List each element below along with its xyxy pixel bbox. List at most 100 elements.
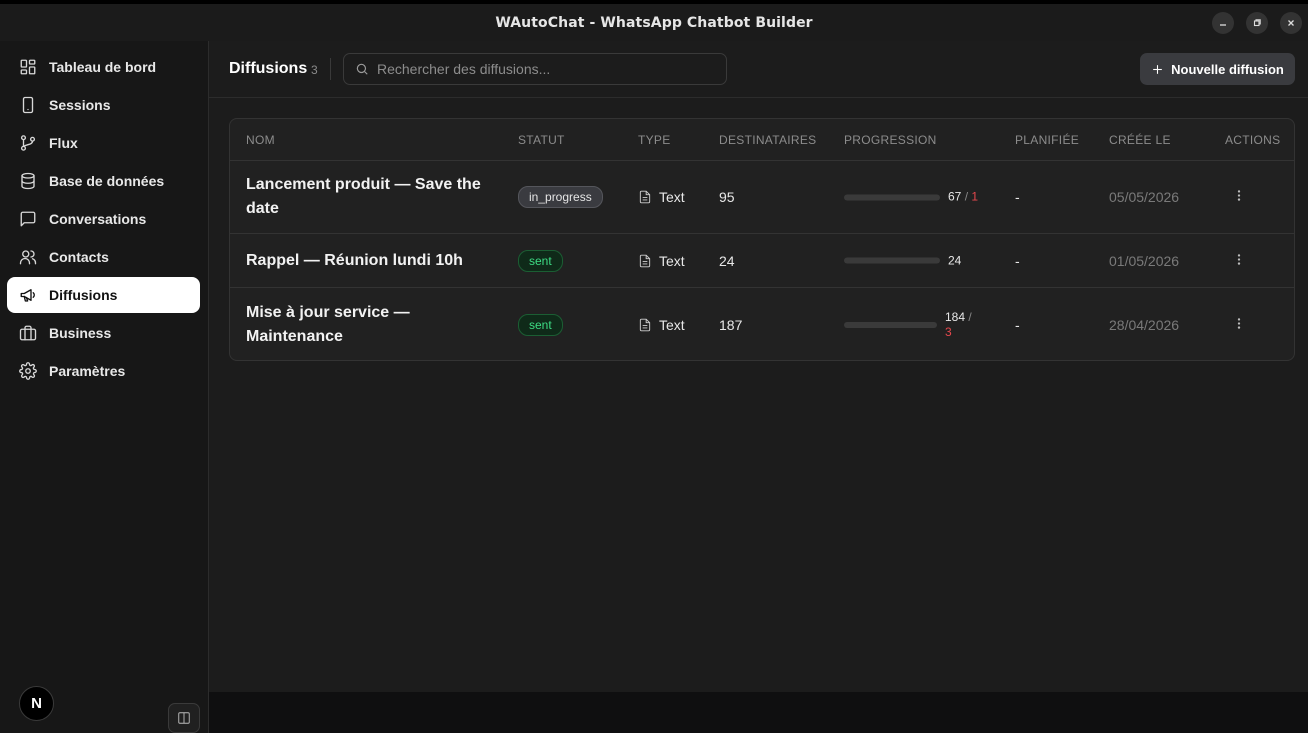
page-header: Diffusions 3 Nouvelle diffusion xyxy=(209,41,1308,98)
sidebar-item-sessions[interactable]: Sessions xyxy=(7,87,200,123)
created-date: 28/04/2026 xyxy=(1109,316,1180,333)
recipients-count: 95 xyxy=(719,189,735,205)
avatar[interactable]: N xyxy=(19,686,54,721)
type-label: Text xyxy=(659,316,685,333)
sidebar: Tableau de bord Sessions Flux Base de do… xyxy=(0,41,209,733)
recipients-count: 24 xyxy=(719,252,735,269)
table-row[interactable]: Mise à jour service — Maintenance sent T… xyxy=(230,288,1294,360)
megaphone-icon xyxy=(20,289,35,302)
more-vertical-icon xyxy=(1237,317,1241,329)
sidebar-item-label: Sessions xyxy=(49,97,111,113)
progress-separator: / xyxy=(961,189,972,204)
sidebar-item-label: Business xyxy=(49,325,112,341)
scheduled-date: - xyxy=(1015,316,1020,333)
row-actions-button[interactable] xyxy=(1232,189,1246,206)
broadcasts-table: Nom Statut Type Destinataires Progressio… xyxy=(229,118,1295,361)
sidebar-item-dashboard[interactable]: Tableau de bord xyxy=(7,49,200,85)
progress-text: 184 / 3 xyxy=(945,310,975,340)
maximize-button[interactable] xyxy=(1246,12,1268,34)
title-bar: WAutoChat - WhatsApp Chatbot Builder xyxy=(0,0,1308,41)
page-title: Diffusions xyxy=(229,60,308,77)
broadcast-name: Rappel — Réunion lundi 10h xyxy=(246,251,463,269)
close-icon xyxy=(1288,20,1294,26)
sidebar-item-flux[interactable]: Flux xyxy=(7,125,200,161)
row-actions-button[interactable] xyxy=(1232,252,1246,269)
file-text-icon xyxy=(639,254,651,267)
settings-icon xyxy=(19,362,37,380)
sidebar-item-settings[interactable]: Paramètres xyxy=(7,353,200,389)
briefcase-icon xyxy=(19,325,37,341)
restore-icon xyxy=(1253,19,1261,27)
progress-failed: 1 xyxy=(971,189,979,204)
type-cell: Text xyxy=(638,189,685,205)
sidebar-collapse-button[interactable] xyxy=(168,703,200,733)
main-content: Diffusions 3 Nouvelle diffusion Nom Stat… xyxy=(209,41,1308,692)
column-header-type[interactable]: Type xyxy=(638,133,671,147)
sidebar-item-label: Flux xyxy=(49,135,78,151)
progress-bar xyxy=(844,321,937,328)
close-button[interactable] xyxy=(1280,12,1302,34)
bottom-strip xyxy=(209,692,1308,733)
new-broadcast-button[interactable]: Nouvelle diffusion xyxy=(1140,53,1295,85)
table-row[interactable]: Lancement produit — Save the date in_pro… xyxy=(230,161,1294,234)
more-vertical-icon xyxy=(1237,190,1241,201)
item-count-badge: 3 xyxy=(311,63,318,77)
search-box[interactable] xyxy=(343,53,727,85)
file-text-icon xyxy=(639,318,651,331)
sidebar-item-database[interactable]: Base de données xyxy=(7,163,200,199)
plus-icon xyxy=(1153,64,1162,74)
sidebar-item-label: Base de données xyxy=(49,173,165,189)
progress-text: 24 xyxy=(948,253,978,268)
sidebar-item-label: Contacts xyxy=(49,249,109,265)
sidebar-item-diffusions[interactable]: Diffusions xyxy=(7,277,200,313)
broadcast-name: Mise à jour service — Maintenance xyxy=(246,303,410,345)
smartphone-icon xyxy=(22,96,34,114)
column-header-recipients[interactable]: Destinataires xyxy=(719,133,816,147)
progress-bar xyxy=(844,194,940,200)
sidebar-item-business[interactable]: Business xyxy=(7,315,200,351)
message-square-icon xyxy=(20,211,36,227)
minimize-icon xyxy=(1220,24,1226,26)
users-icon xyxy=(19,250,37,265)
sidebar-nav: Tableau de bord Sessions Flux Base de do… xyxy=(0,41,208,389)
status-badge: sent xyxy=(518,313,563,336)
minimize-button[interactable] xyxy=(1212,12,1234,34)
scheduled-date: - xyxy=(1015,189,1020,205)
sidebar-item-label: Tableau de bord xyxy=(49,59,157,75)
database-icon xyxy=(21,172,35,190)
row-actions-button[interactable] xyxy=(1232,316,1246,333)
file-text-icon xyxy=(639,190,651,204)
sidebar-item-contacts[interactable]: Contacts xyxy=(7,239,200,275)
sidebar-item-conversations[interactable]: Conversations xyxy=(7,201,200,237)
progress-failed: 3 xyxy=(945,324,952,339)
progress-cell: 184 / 3 xyxy=(844,310,975,340)
column-header-progress[interactable]: Progression xyxy=(844,133,937,147)
window-title: WAutoChat - WhatsApp Chatbot Builder xyxy=(495,14,813,31)
type-label: Text xyxy=(659,189,685,205)
column-header-name[interactable]: Nom xyxy=(246,133,275,147)
sidebar-item-label: Diffusions xyxy=(49,287,118,303)
header-divider xyxy=(330,58,331,80)
progress-bar xyxy=(844,257,940,264)
column-header-created[interactable]: Créée le xyxy=(1109,133,1171,147)
search-input[interactable] xyxy=(377,61,707,77)
sidebar-item-label: Paramètres xyxy=(49,363,126,379)
progress-separator: / xyxy=(965,309,972,324)
search-icon xyxy=(356,63,368,75)
dashboard-icon xyxy=(20,59,36,75)
progress-sent: 67 xyxy=(948,189,962,204)
progress-sent: 24 xyxy=(948,253,962,267)
column-header-scheduled[interactable]: Planifiée xyxy=(1015,133,1079,147)
column-header-actions: Actions xyxy=(1225,133,1281,147)
table-row[interactable]: Rappel — Réunion lundi 10h sent Text 24 … xyxy=(230,234,1294,288)
type-label: Text xyxy=(659,252,685,269)
window-controls xyxy=(1212,12,1302,34)
sidebar-item-label: Conversations xyxy=(49,211,147,227)
new-broadcast-label: Nouvelle diffusion xyxy=(1171,61,1284,77)
recipients-count: 187 xyxy=(719,316,743,333)
column-header-status[interactable]: Statut xyxy=(518,133,565,147)
status-badge: in_progress xyxy=(518,186,603,208)
type-cell: Text xyxy=(638,317,685,333)
progress-text: 67 / 1 xyxy=(948,190,988,205)
progress-cell: 67 / 1 xyxy=(844,190,988,205)
